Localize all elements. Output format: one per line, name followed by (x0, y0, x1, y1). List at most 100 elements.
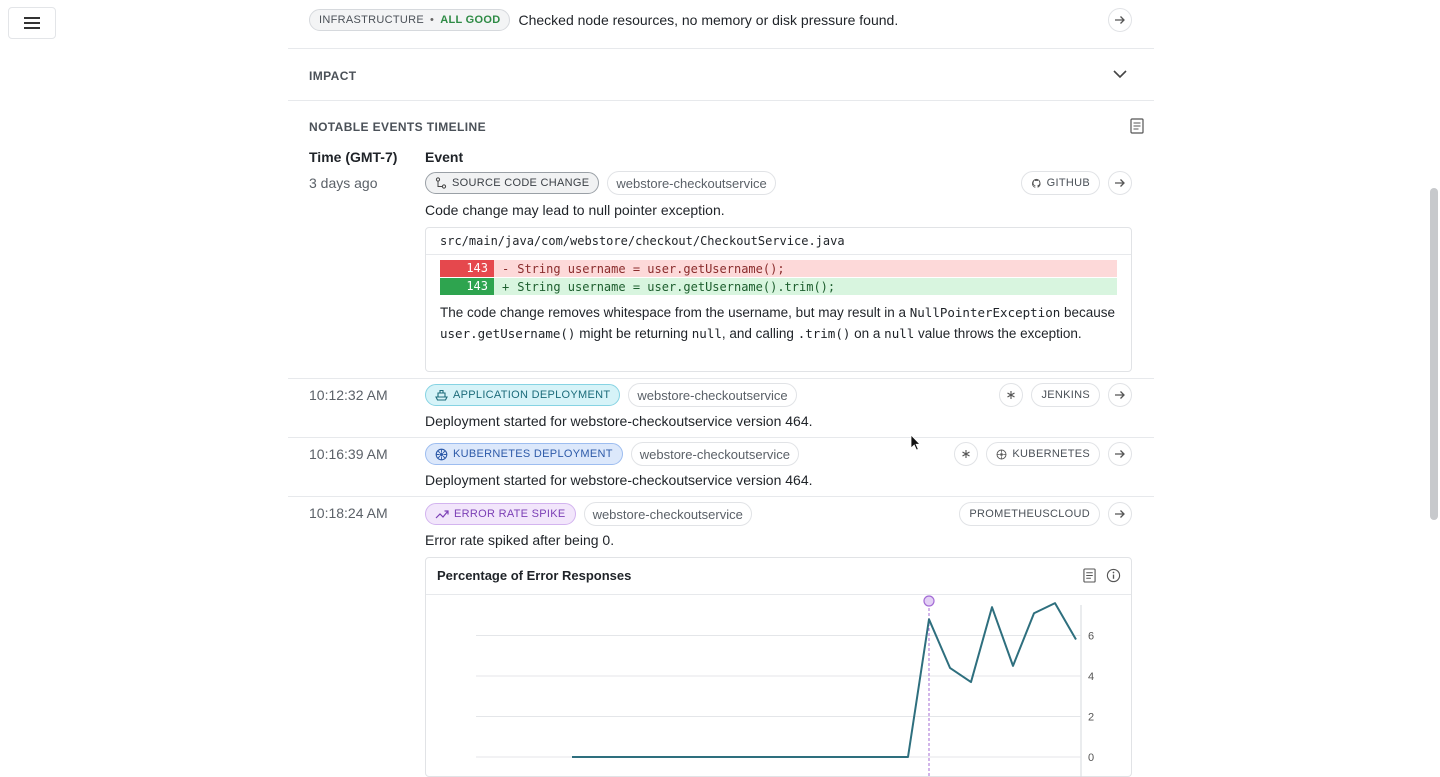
explanation-code: .trim() (797, 326, 851, 341)
source-label: GITHUB (1046, 177, 1090, 189)
impact-expand-toggle[interactable] (1112, 67, 1128, 86)
asterisk-icon (1007, 391, 1016, 399)
source-badge-prometheuscloud[interactable]: PROMETHEUSCLOUD (959, 502, 1100, 526)
event-description: Error rate spiked after being 0. (425, 532, 615, 548)
event-type-badge: KUBERNETES DEPLOYMENT (425, 443, 623, 465)
timeline-section-title: NOTABLE EVENTS TIMELINE (309, 120, 486, 134)
git-branch-icon (435, 177, 447, 189)
infrastructure-status-badge: INFRASTRUCTURE • ALL GOOD (309, 9, 511, 31)
source-badge-github[interactable]: GITHUB (1020, 171, 1100, 195)
event-application-deployment: APPLICATION DEPLOYMENT webstore-checkout… (425, 383, 1132, 429)
explanation-code: NullPointerException (909, 305, 1061, 320)
source-badge-jenkins[interactable]: JENKINS (1031, 383, 1100, 407)
trending-up-icon (435, 510, 449, 519)
badge-category: INFRASTRUCTURE (319, 14, 425, 26)
column-header-event: Event (425, 149, 464, 165)
chart-document-button[interactable] (1083, 568, 1096, 588)
explanation-text: might be returning (575, 326, 692, 341)
divider (288, 378, 1154, 379)
event-type-label: KUBERNETES DEPLOYMENT (453, 448, 613, 460)
mouse-cursor-icon (910, 434, 921, 451)
code-change-explanation: The code change removes whitespace from … (440, 302, 1120, 344)
chart-y-tick-label: 2 (1088, 712, 1094, 724)
event-kubernetes-deployment: KUBERNETES DEPLOYMENT webstore-checkouts… (425, 442, 1132, 488)
infrastructure-open-button[interactable] (1108, 8, 1132, 32)
document-icon (1130, 118, 1144, 134)
diff-code: String username = user.getUsername(); (517, 261, 785, 276)
impact-section-label: IMPACT (309, 69, 357, 83)
divider (288, 48, 1154, 49)
diff-sign: + (502, 279, 510, 294)
event-time: 10:16:39 AM (309, 446, 388, 462)
event-open-button[interactable] (1108, 383, 1132, 407)
arrow-right-icon (1115, 450, 1125, 458)
event-open-button[interactable] (1108, 502, 1132, 526)
explanation-code: user.getUsername() (440, 326, 576, 341)
source-label: JENKINS (1041, 389, 1090, 401)
explanation-text: because (1060, 305, 1116, 320)
page-scrollbar[interactable] (1430, 188, 1438, 520)
timeline-document-button[interactable] (1130, 118, 1144, 139)
event-error-rate-spike: ERROR RATE SPIKE webstore-checkoutservic… (425, 502, 1132, 548)
explanation-code: null (691, 326, 722, 341)
explanation-text: value throws the exception. (914, 326, 1082, 341)
related-item-button[interactable] (954, 442, 979, 466)
ship-icon (435, 389, 448, 401)
document-icon (1083, 568, 1096, 583)
service-tag[interactable]: webstore-checkoutservice (630, 442, 800, 466)
chart-y-tick-label: 4 (1088, 671, 1094, 683)
source-badge-kubernetes[interactable]: KUBERNETES (986, 442, 1100, 466)
event-time: 3 days ago (309, 175, 378, 191)
chart-title: Percentage of Error Responses (437, 568, 632, 583)
error-rate-line-chart: 6 4 2 0 (476, 595, 1094, 777)
service-tag[interactable]: webstore-checkoutservice (628, 383, 797, 407)
service-tag[interactable]: webstore-checkoutservice (607, 171, 776, 195)
code-file-path: src/main/java/com/webstore/checkout/Chec… (426, 228, 1131, 255)
explanation-text: The code change removes whitespace from … (440, 305, 910, 320)
diff-line-number: 143 (440, 278, 494, 295)
event-type-label: ERROR RATE SPIKE (454, 508, 566, 520)
code-change-panel: src/main/java/com/webstore/checkout/Chec… (425, 227, 1132, 372)
event-description: Deployment started for webstore-checkout… (425, 472, 813, 488)
hamburger-icon (24, 17, 40, 29)
infrastructure-check-text: Checked node resources, no memory or dis… (518, 12, 899, 28)
event-type-label: SOURCE CODE CHANGE (452, 177, 590, 189)
diff-line-number: 143 (440, 260, 494, 277)
divider (288, 100, 1154, 101)
divider (288, 437, 1154, 438)
event-type-badge: ERROR RATE SPIKE (425, 503, 576, 525)
diff-code: String username = user.getUsername().tri… (517, 279, 836, 294)
column-header-time: Time (GMT-7) (309, 149, 398, 165)
event-description: Code change may lead to null pointer exc… (425, 202, 725, 218)
chart-y-tick-label: 6 (1088, 631, 1094, 643)
divider (288, 496, 1154, 497)
error-rate-chart-panel: Percentage of Error Responses 6 4 2 0 (425, 557, 1132, 777)
diff-added-line: 143 + String username = user.getUsername… (440, 278, 1117, 295)
diff-sign: - (502, 261, 510, 276)
menu-button[interactable] (8, 7, 56, 39)
event-time: 10:18:24 AM (309, 505, 388, 521)
arrow-right-icon (1115, 391, 1125, 399)
kubernetes-icon (996, 449, 1007, 459)
chart-y-tick-label: 0 (1088, 752, 1094, 764)
event-source-code-change: SOURCE CODE CHANGE webstore-checkoutserv… (425, 171, 1132, 218)
explanation-code: null (884, 326, 915, 341)
infrastructure-check-row: INFRASTRUCTURE • ALL GOOD Checked node r… (309, 9, 898, 31)
chart-info-button[interactable] (1106, 568, 1121, 588)
event-open-button[interactable] (1108, 171, 1132, 195)
explanation-text: , and calling (721, 326, 798, 341)
info-icon (1106, 568, 1121, 583)
event-time: 10:12:32 AM (309, 387, 388, 403)
event-type-badge: APPLICATION DEPLOYMENT (425, 384, 621, 406)
kubernetes-icon (435, 448, 448, 460)
asterisk-icon (962, 450, 971, 458)
chart-event-marker (923, 595, 935, 607)
arrow-right-icon (1115, 16, 1125, 24)
event-description: Deployment started for webstore-checkout… (425, 413, 813, 429)
explanation-text: on a (850, 326, 885, 341)
event-open-button[interactable] (1108, 442, 1132, 466)
service-tag[interactable]: webstore-checkoutservice (583, 502, 752, 526)
chevron-down-icon (1113, 70, 1127, 79)
badge-separator: • (430, 14, 435, 26)
related-item-button[interactable] (999, 383, 1024, 407)
